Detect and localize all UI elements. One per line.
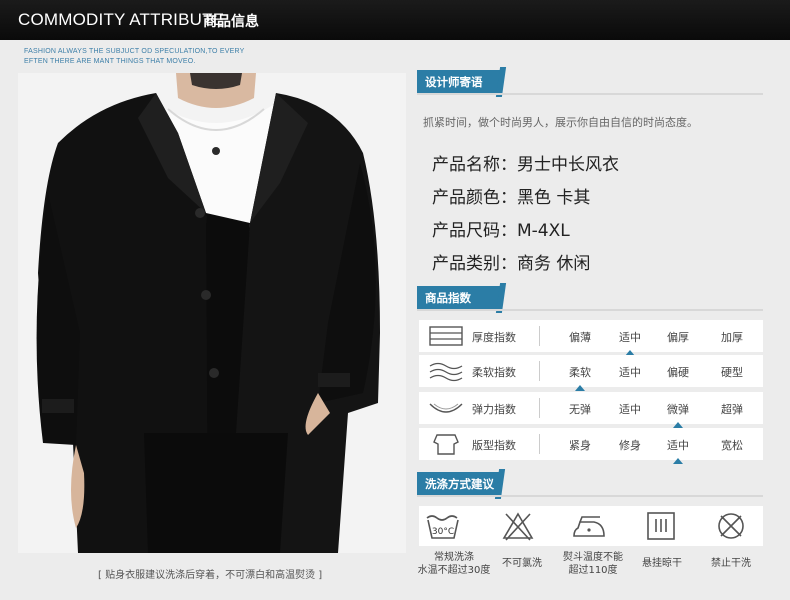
- tagline-line: EFTEN THERE ARE MANT THINGS THAT MOVEO.: [24, 58, 196, 65]
- index-level: 硬型: [721, 366, 743, 379]
- iron-icon: [570, 510, 610, 542]
- index-level: 加厚: [721, 331, 743, 344]
- wash-label-no-dry-clean: 禁止干洗: [711, 558, 751, 569]
- index-row-2: 弹力指数 无弹 适中 微弹 超弹: [419, 392, 763, 428]
- index-heading: 商品指数: [417, 283, 507, 313]
- fit-shape-icon: [427, 432, 465, 456]
- index-level: 超弹: [721, 403, 743, 416]
- header-bar: COMMODITY ATTRIBUTE 商品信息: [0, 0, 790, 40]
- no-bleach-icon: [498, 510, 538, 542]
- index-level: 紧身: [569, 439, 591, 452]
- index-row-3: 版型指数 紧身 修身 适中 宽松: [419, 428, 763, 464]
- index-label: 版型指数: [472, 439, 516, 452]
- index-heading-text: 商品指数: [425, 291, 471, 305]
- index-separator: [539, 361, 540, 381]
- washing-heading-text: 洗涤方式建议: [425, 477, 494, 491]
- index-level: 柔软: [569, 366, 591, 379]
- index-rule: [417, 309, 763, 311]
- index-level: 无弹: [569, 403, 591, 416]
- index-label: 厚度指数: [472, 331, 516, 344]
- tagline-line: FASHION ALWAYS THE SUBJUCT OD SPECULATIO…: [24, 48, 245, 55]
- header-title-cn: 商品信息: [203, 14, 259, 30]
- hang-dry-shade-icon: [641, 510, 681, 542]
- index-label: 柔软指数: [472, 366, 516, 379]
- tagline: FASHION ALWAYS THE SUBJUCT OD SPECULATIO…: [24, 47, 244, 67]
- index-separator: [539, 326, 540, 346]
- index-level: 偏硬: [667, 366, 689, 379]
- index-level: 宽松: [721, 439, 743, 452]
- wash-label-hang-dry: 悬挂晾干: [642, 558, 682, 569]
- index-level: 适中: [619, 366, 641, 379]
- index-selected-marker: [673, 458, 683, 464]
- fabric-thickness-icon: [427, 324, 465, 348]
- index-level: 适中: [667, 439, 689, 452]
- index-level: 微弹: [667, 403, 689, 416]
- product-photo: [18, 73, 406, 553]
- washing-rule: [417, 495, 763, 497]
- index-separator: [539, 434, 540, 454]
- index-row-1: 柔软指数 柔软 适中 偏硬 硬型: [419, 355, 763, 391]
- designer-note-heading: 设计师寄语: [417, 67, 507, 97]
- designer-note-rule: [417, 93, 763, 95]
- index-separator: [539, 398, 540, 418]
- wash-30c-icon: 30°C: [424, 510, 464, 542]
- attr-product-size: 产品尺码：M-4XL: [432, 221, 570, 241]
- wash-label-no-bleach: 不可氯洗: [502, 558, 542, 569]
- index-level: 偏薄: [569, 331, 591, 344]
- washing-heading: 洗涤方式建议: [417, 469, 506, 499]
- attr-product-name: 产品名称：男士中长风衣: [432, 155, 619, 175]
- care-caption: [ 贴身衣服建议洗涤后穿着，不可漂白和高温熨烫 ]: [98, 570, 323, 581]
- index-level: 适中: [619, 403, 641, 416]
- header-title-en: COMMODITY ATTRIBUTE: [18, 10, 225, 29]
- designer-note-text: 抓紧时间，做个时尚男人，展示你自由自信的时尚态度。: [423, 116, 698, 129]
- index-row-0: 厚度指数 偏薄 适中 偏厚 加厚: [419, 320, 763, 356]
- wash-temp-text: 30°C: [432, 527, 454, 537]
- wash-label-iron: 熨斗温度不能 超过110度: [563, 552, 623, 576]
- attr-product-category: 产品类别：商务 休闲: [432, 254, 591, 274]
- index-level: 修身: [619, 439, 641, 452]
- attr-product-color: 产品颜色：黑色 卡其: [432, 188, 591, 208]
- designer-note-heading-text: 设计师寄语: [425, 75, 483, 89]
- no-tumble-dry-icon: [711, 510, 751, 542]
- index-label: 弹力指数: [472, 403, 516, 416]
- index-selected-marker: [575, 385, 585, 391]
- index-level: 适中: [619, 331, 641, 344]
- elasticity-curve-icon: [427, 396, 465, 420]
- index-level: 偏厚: [667, 331, 689, 344]
- softness-wave-icon: [427, 359, 465, 383]
